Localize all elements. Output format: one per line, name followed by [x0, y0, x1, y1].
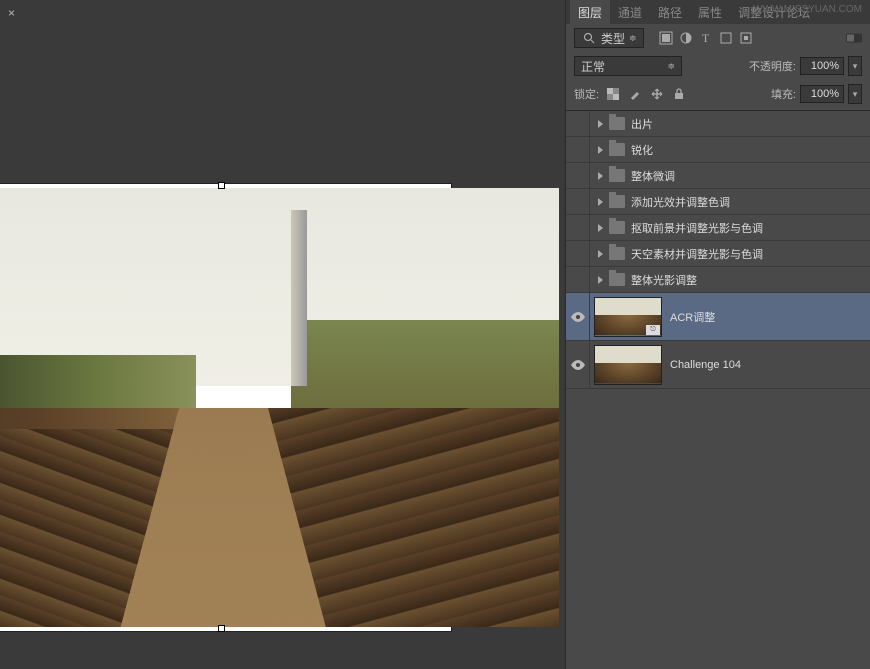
filter-toggle-switch[interactable] [846, 30, 862, 46]
blend-row: 正常 ≑ 不透明度: 100% ▾ [566, 52, 870, 80]
folder-icon [609, 195, 625, 208]
disclosure-triangle-icon[interactable] [598, 198, 603, 206]
opacity-label: 不透明度: [749, 58, 796, 74]
lock-transparency-icon[interactable] [605, 86, 621, 102]
eye-icon [571, 249, 585, 259]
lock-label: 锁定: [574, 86, 599, 102]
visibility-toggle[interactable] [566, 189, 590, 214]
eye-icon [571, 275, 585, 285]
visibility-toggle[interactable] [566, 111, 590, 136]
chevron-down-icon: ≑ [667, 61, 675, 72]
filter-shape-icon[interactable] [718, 30, 734, 46]
search-icon [581, 30, 597, 46]
chevron-down-icon: ≑ [629, 33, 637, 44]
layer-row[interactable]: ⎋ ACR调整 [566, 293, 870, 341]
disclosure-triangle-icon[interactable] [598, 146, 603, 154]
filter-pixel-icon[interactable] [658, 30, 674, 46]
layer-name: 出片 [631, 116, 653, 132]
eye-icon [571, 360, 585, 370]
layer-name: 整体光影调整 [631, 272, 697, 288]
layers-panel: 图层 通道 路径 属性 调整设计论坛 WWW.MISSYUAN.COM 类型 ≑… [565, 0, 870, 669]
filter-kind-label: 类型 [601, 30, 625, 47]
layer-name: 抠取前景并调整光影与色调 [631, 220, 763, 236]
layers-list: 出片锐化整体微调添加光效并调整色调抠取前景并调整光影与色调天空素材并调整光影与色… [566, 110, 870, 389]
visibility-toggle[interactable] [566, 241, 590, 266]
filter-adjustment-icon[interactable] [678, 30, 694, 46]
layer-group-row[interactable]: 抠取前景并调整光影与色调 [566, 215, 870, 241]
visibility-toggle[interactable] [566, 293, 590, 340]
layer-row[interactable]: Challenge 104 [566, 341, 870, 389]
layer-group-row[interactable]: 添加光效并调整色调 [566, 189, 870, 215]
visibility-toggle[interactable] [566, 137, 590, 162]
filter-kind-dropdown[interactable]: 类型 ≑ [574, 28, 644, 48]
chevron-down-icon: ▾ [853, 61, 858, 72]
filter-row: 类型 ≑ T [566, 24, 870, 52]
layer-group-row[interactable]: 锐化 [566, 137, 870, 163]
disclosure-triangle-icon[interactable] [598, 172, 603, 180]
lock-position-icon[interactable] [649, 86, 665, 102]
smart-object-badge: ⎋ [646, 325, 660, 335]
blend-mode-dropdown[interactable]: 正常 ≑ [574, 56, 682, 76]
lock-all-icon[interactable] [671, 86, 687, 102]
canvas-area: × [0, 0, 565, 669]
layer-name: Challenge 104 [670, 359, 741, 371]
lock-row: 锁定: 填充: 100% ▾ [566, 80, 870, 108]
layer-group-row[interactable]: 出片 [566, 111, 870, 137]
layer-name: ACR调整 [670, 309, 715, 325]
layer-group-row[interactable]: 天空素材并调整光影与色调 [566, 241, 870, 267]
layer-group-row[interactable]: 整体光影调整 [566, 267, 870, 293]
fill-slider-toggle[interactable]: ▾ [848, 84, 862, 104]
eye-icon [571, 145, 585, 155]
eye-icon [571, 312, 585, 322]
disclosure-triangle-icon[interactable] [598, 276, 603, 284]
folder-icon [609, 117, 625, 130]
layer-thumbnail[interactable]: ⎋ [594, 297, 662, 337]
layer-name: 锐化 [631, 142, 653, 158]
watermark: WWW.MISSYUAN.COM [753, 4, 862, 15]
eye-icon [571, 171, 585, 181]
transform-handle-bottom[interactable] [218, 625, 225, 632]
fill-label: 填充: [771, 86, 796, 102]
opacity-input[interactable]: 100% [800, 57, 844, 75]
folder-icon [609, 221, 625, 234]
lock-pixels-icon[interactable] [627, 86, 643, 102]
canvas-image[interactable] [0, 188, 559, 627]
visibility-toggle[interactable] [566, 163, 590, 188]
layer-name: 整体微调 [631, 168, 675, 184]
layer-name: 天空素材并调整光影与色调 [631, 246, 763, 262]
transform-handle-top[interactable] [218, 182, 225, 189]
folder-icon [609, 143, 625, 156]
tab-channels[interactable]: 通道 [610, 0, 650, 25]
close-document-button[interactable]: × [8, 6, 22, 20]
visibility-toggle[interactable] [566, 341, 590, 388]
folder-icon [609, 169, 625, 182]
eye-icon [571, 223, 585, 233]
folder-icon [609, 247, 625, 260]
eye-icon [571, 197, 585, 207]
chevron-down-icon: ▾ [853, 89, 858, 100]
visibility-toggle[interactable] [566, 267, 590, 292]
visibility-toggle[interactable] [566, 215, 590, 240]
disclosure-triangle-icon[interactable] [598, 250, 603, 258]
filter-type-icon[interactable]: T [698, 30, 714, 46]
folder-icon [609, 273, 625, 286]
disclosure-triangle-icon[interactable] [598, 120, 603, 128]
layer-thumbnail[interactable] [594, 345, 662, 385]
fill-input[interactable]: 100% [800, 85, 844, 103]
tab-paths[interactable]: 路径 [650, 0, 690, 25]
tab-properties[interactable]: 属性 [690, 0, 730, 25]
filter-smart-icon[interactable] [738, 30, 754, 46]
layer-group-row[interactable]: 整体微调 [566, 163, 870, 189]
blend-mode-value: 正常 [581, 58, 605, 75]
tab-layers[interactable]: 图层 [570, 0, 610, 25]
opacity-slider-toggle[interactable]: ▾ [848, 56, 862, 76]
layer-name: 添加光效并调整色调 [631, 194, 730, 210]
eye-icon [571, 119, 585, 129]
disclosure-triangle-icon[interactable] [598, 224, 603, 232]
